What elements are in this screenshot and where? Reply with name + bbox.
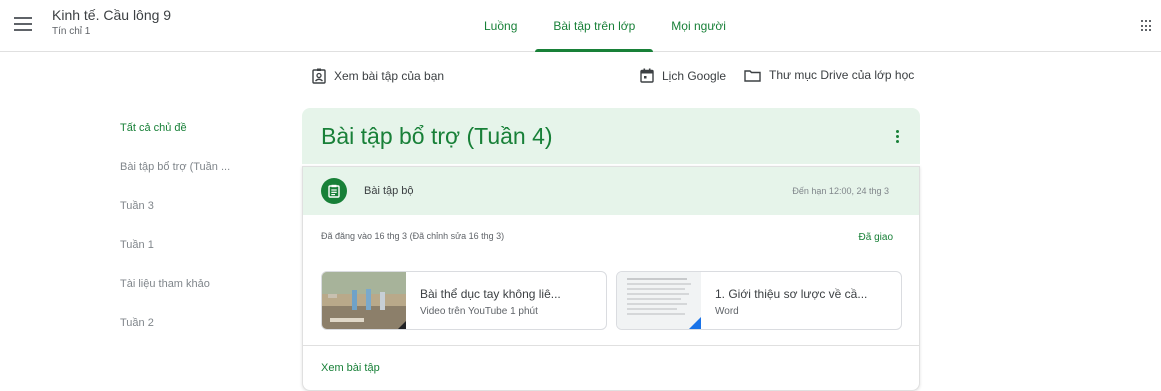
top-app-bar: Kinh tế. Cầu lông 9 Tín chỉ 1 Luồng Bài … xyxy=(0,0,1161,52)
attachment-subtitle: Video trên YouTube 1 phút xyxy=(420,306,538,317)
class-section: Tín chỉ 1 xyxy=(52,26,91,37)
main-menu-icon[interactable] xyxy=(14,17,32,31)
word-document-thumbnail-icon xyxy=(617,272,701,329)
topic-item[interactable]: Tài liệu tham khảo xyxy=(120,278,230,317)
topic-item[interactable]: Tuần 1 xyxy=(120,239,230,278)
attachment-subtitle: Word xyxy=(715,306,739,317)
view-assignment-link[interactable]: Xem bài tập xyxy=(321,362,380,374)
attachment-title: 1. Giới thiệu sơ lược về cầ... xyxy=(715,287,868,301)
assignment-status: Đã giao xyxy=(858,232,893,243)
drive-folder-label: Thư mục Drive của lớp học xyxy=(769,68,915,82)
topic-list: Tất cả chủ đề Bài tập bổ trợ (Tuần ... T… xyxy=(120,122,230,356)
class-title[interactable]: Kinh tế. Cầu lông 9 xyxy=(52,7,171,23)
assignment-ind-icon xyxy=(312,68,326,84)
attachment-word[interactable]: 1. Giới thiệu sơ lược về cầ... Word xyxy=(616,271,902,330)
attachment-youtube[interactable]: Bài thể dục tay không liê... Video trên … xyxy=(321,271,607,330)
assignment-posted-date: Đã đăng vào 16 thg 3 (Đã chỉnh sửa 16 th… xyxy=(321,231,505,241)
assignment-header[interactable]: Bài tập bộ Đến hạn 12:00, 24 thg 3 xyxy=(303,167,919,215)
class-tabs: Luồng Bài tập trên lớp Mọi người xyxy=(466,0,744,52)
attachment-title: Bài thể dục tay không liê... xyxy=(420,287,561,301)
assignment-icon xyxy=(321,178,347,204)
view-your-work-label: Xem bài tập của bạn xyxy=(334,69,445,83)
topic-section-title: Bài tập bổ trợ (Tuần 4) xyxy=(321,123,553,149)
google-apps-icon[interactable] xyxy=(1141,20,1153,32)
view-your-work-link[interactable]: Xem bài tập của bạn xyxy=(312,68,444,84)
google-calendar-link[interactable]: Lịch Google xyxy=(640,68,726,83)
topic-item[interactable]: Bài tập bổ trợ (Tuần ... xyxy=(120,161,230,200)
calendar-icon xyxy=(640,68,654,83)
topic-item[interactable]: Tuần 3 xyxy=(120,200,230,239)
topic-section-header: Bài tập bổ trợ (Tuần 4) xyxy=(302,108,920,164)
tab-stream[interactable]: Luồng xyxy=(466,0,535,52)
topic-all[interactable]: Tất cả chủ đề xyxy=(120,122,230,161)
youtube-video-thumbnail-icon xyxy=(322,272,406,329)
assignment-card: Bài tập bộ Đến hạn 12:00, 24 thg 3 Đã đă… xyxy=(302,166,920,391)
assignment-due-date: Đến hạn 12:00, 24 thg 3 xyxy=(792,186,889,196)
folder-icon xyxy=(744,69,761,82)
topic-item[interactable]: Tuần 2 xyxy=(120,317,230,356)
assignment-title: Bài tập bộ xyxy=(364,185,414,197)
card-divider xyxy=(303,345,919,346)
drive-folder-link[interactable]: Thư mục Drive của lớp học xyxy=(744,68,914,82)
tab-people[interactable]: Mọi người xyxy=(653,0,744,52)
more-options-icon[interactable] xyxy=(896,130,900,144)
tab-classwork[interactable]: Bài tập trên lớp xyxy=(535,0,654,52)
google-calendar-label: Lịch Google xyxy=(662,68,727,83)
